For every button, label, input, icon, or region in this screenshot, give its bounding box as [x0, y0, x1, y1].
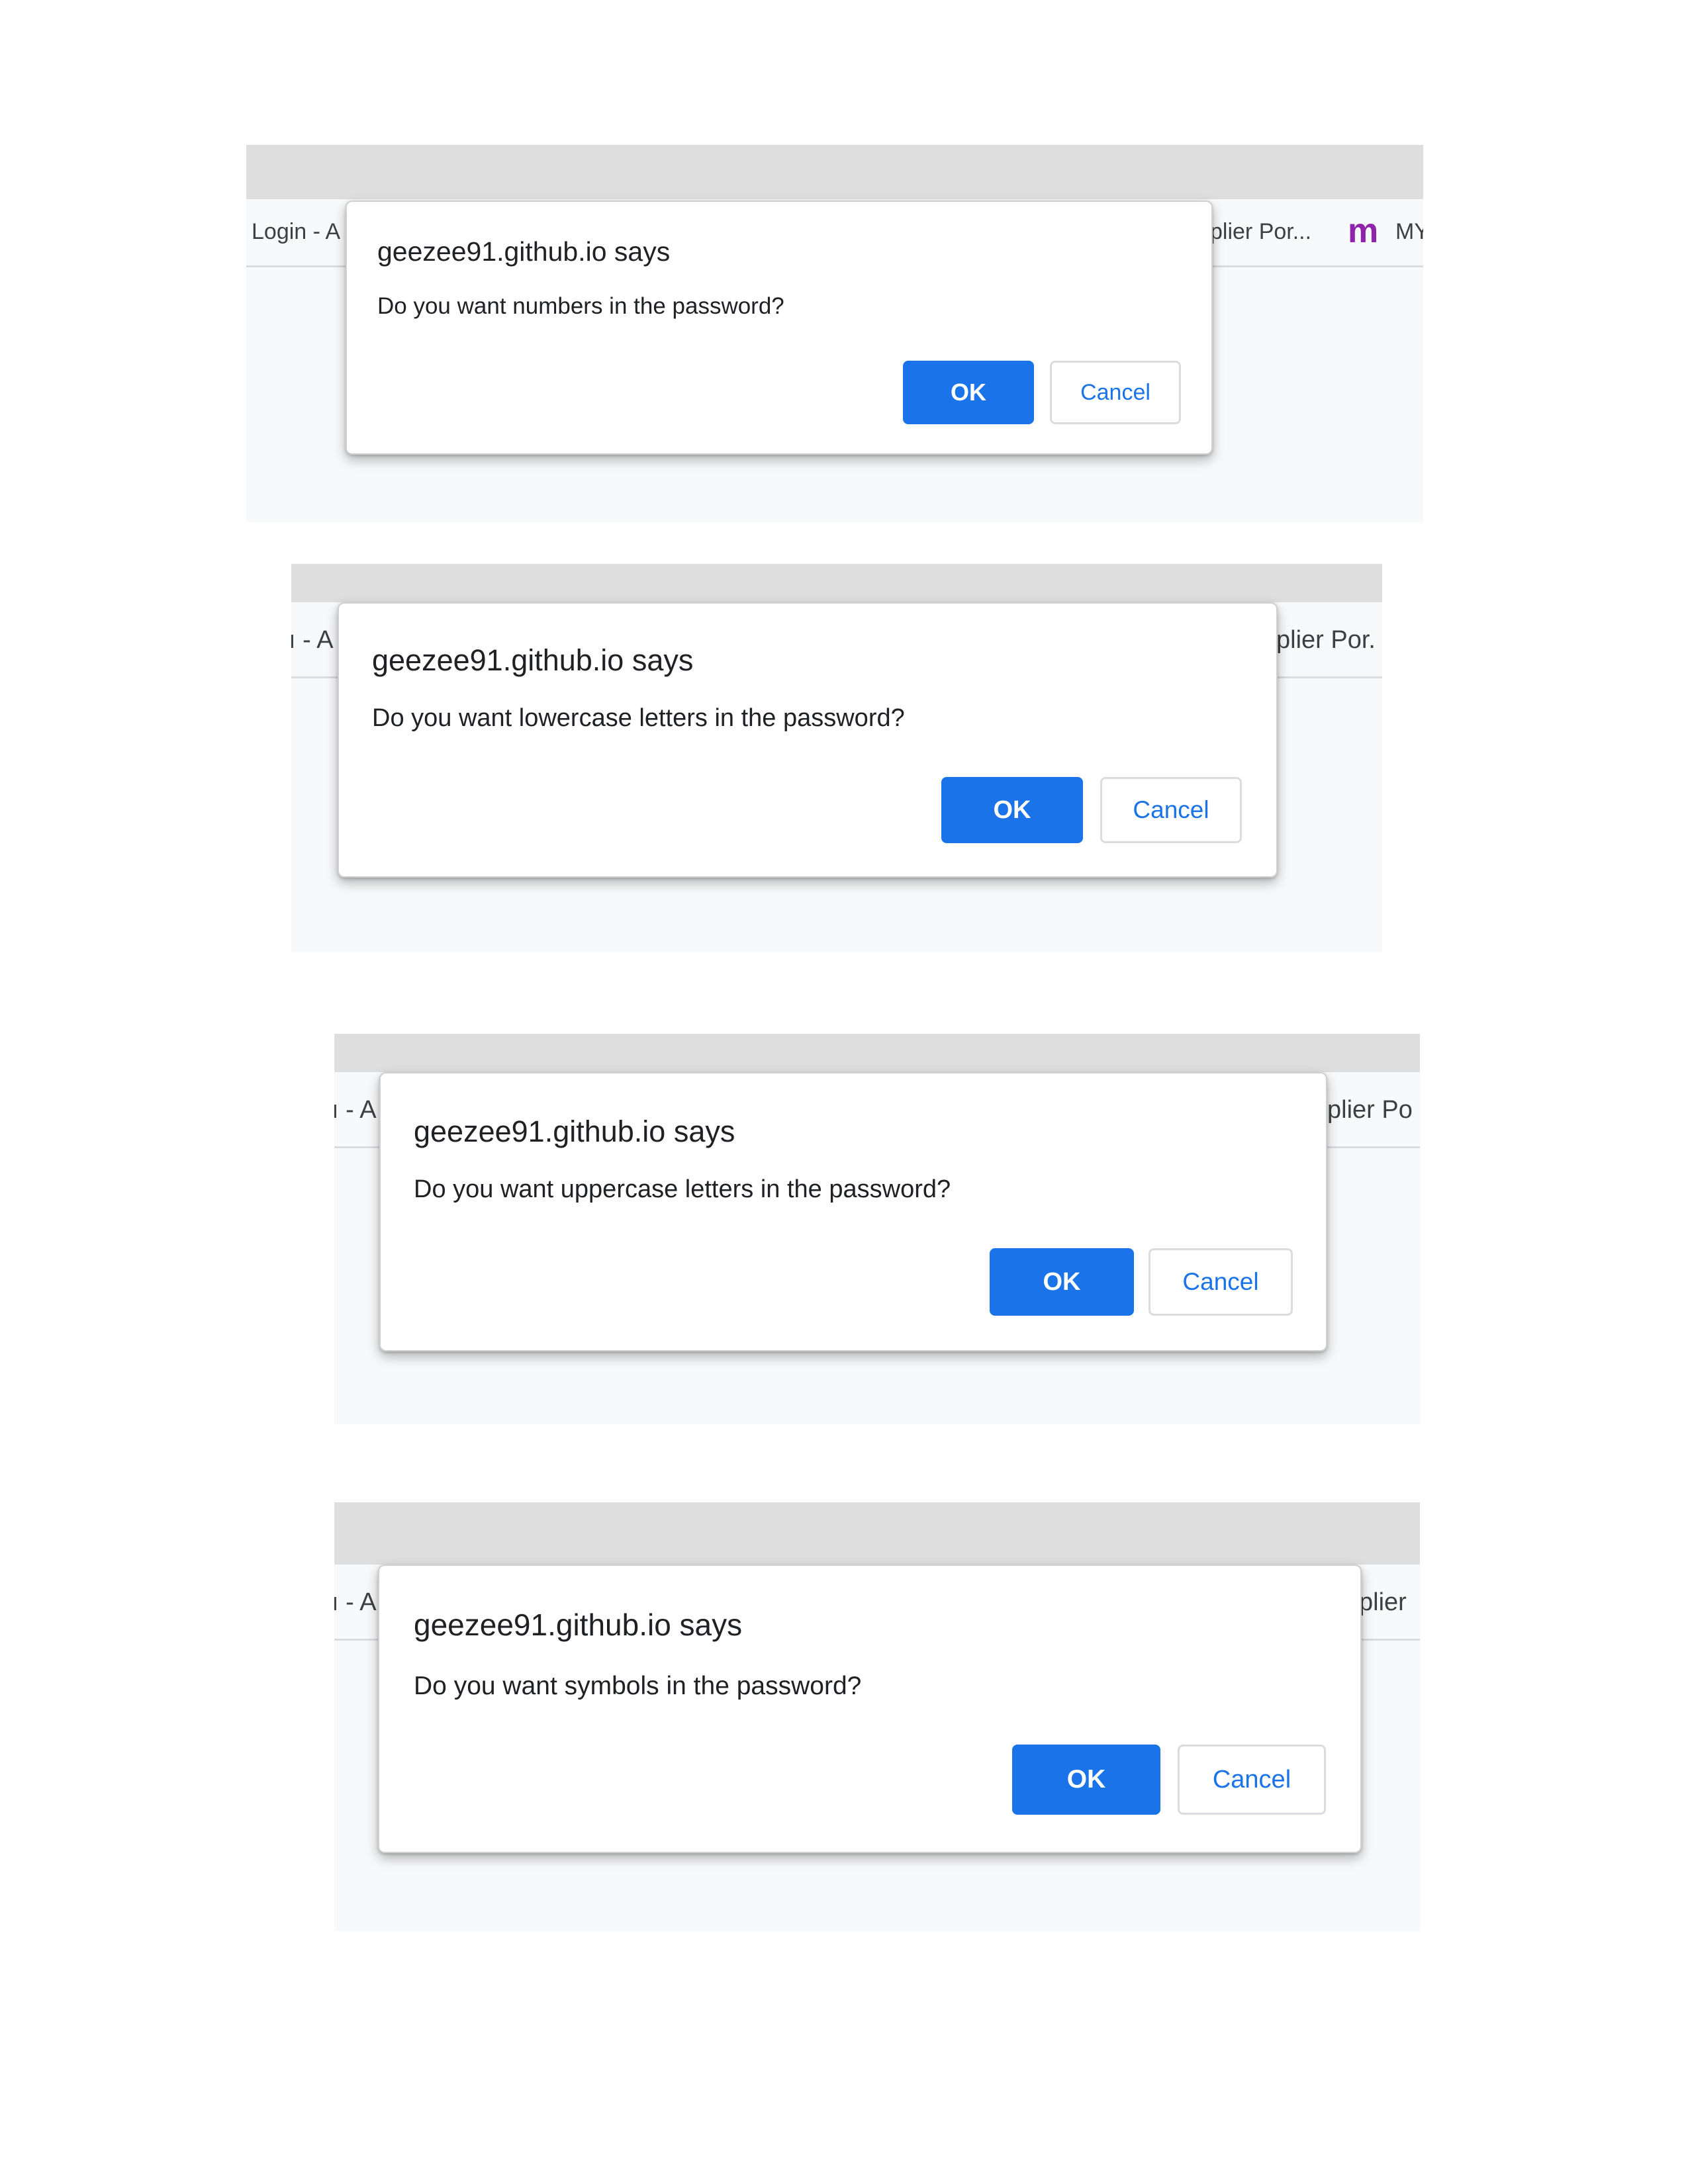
bookmark-my[interactable]: MY — [1395, 219, 1423, 245]
bookmark-supplier-portal[interactable]: plier Por. — [1276, 626, 1376, 655]
dialog-title: geezee91.github.io says — [414, 1608, 743, 1642]
cancel-button[interactable]: Cancel — [1178, 1745, 1326, 1815]
browser-tab-strip — [291, 564, 1382, 602]
cancel-button[interactable]: Cancel — [1149, 1248, 1293, 1316]
bookmark-login[interactable]: ı - A — [291, 626, 334, 655]
dialog-message: Do you want uppercase letters in the pas… — [414, 1175, 951, 1203]
bookmark-supplier-portal[interactable]: plier Por... — [1210, 219, 1311, 245]
alert-dialog: geezee91.github.io says Do you want symb… — [378, 1565, 1362, 1853]
screenshot-uppercase: ı - A plier Po geezee91.github.io says D… — [334, 1034, 1420, 1424]
browser-tab-strip — [246, 145, 1423, 199]
ok-button[interactable]: OK — [941, 777, 1083, 843]
alert-dialog: geezee91.github.io says Do you want uppe… — [379, 1072, 1327, 1351]
cancel-button[interactable]: Cancel — [1100, 777, 1242, 843]
screenshot-lowercase: ı - A plier Por. geezee91.github.io says… — [291, 564, 1382, 952]
browser-tab-strip — [334, 1502, 1420, 1565]
ok-button[interactable]: OK — [1012, 1745, 1160, 1815]
browser-tab-strip — [334, 1034, 1420, 1072]
dialog-message: Do you want lowercase letters in the pas… — [372, 704, 905, 732]
cancel-button[interactable]: Cancel — [1050, 361, 1181, 424]
bookmark-supplier-portal[interactable]: plier — [1359, 1588, 1407, 1617]
bookmark-login[interactable]: Login - A — [252, 219, 340, 245]
bookmark-supplier-portal[interactable]: plier Po — [1327, 1096, 1413, 1124]
alert-dialog: geezee91.github.io says Do you want numb… — [346, 201, 1213, 455]
ok-button[interactable]: OK — [903, 361, 1034, 424]
bookmark-login[interactable]: ı - A — [334, 1588, 377, 1617]
ok-button[interactable]: OK — [990, 1248, 1134, 1316]
dialog-title: geezee91.github.io says — [372, 643, 694, 677]
alert-dialog: geezee91.github.io says Do you want lowe… — [338, 602, 1278, 878]
screenshot-numbers: Login - A plier Por... m MY geezee91.git… — [246, 145, 1423, 522]
dialog-title: geezee91.github.io says — [377, 236, 671, 267]
dialog-message: Do you want symbols in the password? — [414, 1672, 862, 1700]
bookmark-login[interactable]: ı - A — [334, 1096, 377, 1124]
dialog-message: Do you want numbers in the password? — [377, 293, 784, 319]
m-logo-icon: m — [1348, 212, 1379, 250]
screenshot-symbols: ı - A plier geezee91.github.io says Do y… — [334, 1502, 1420, 1931]
dialog-title: geezee91.github.io says — [414, 1115, 735, 1148]
